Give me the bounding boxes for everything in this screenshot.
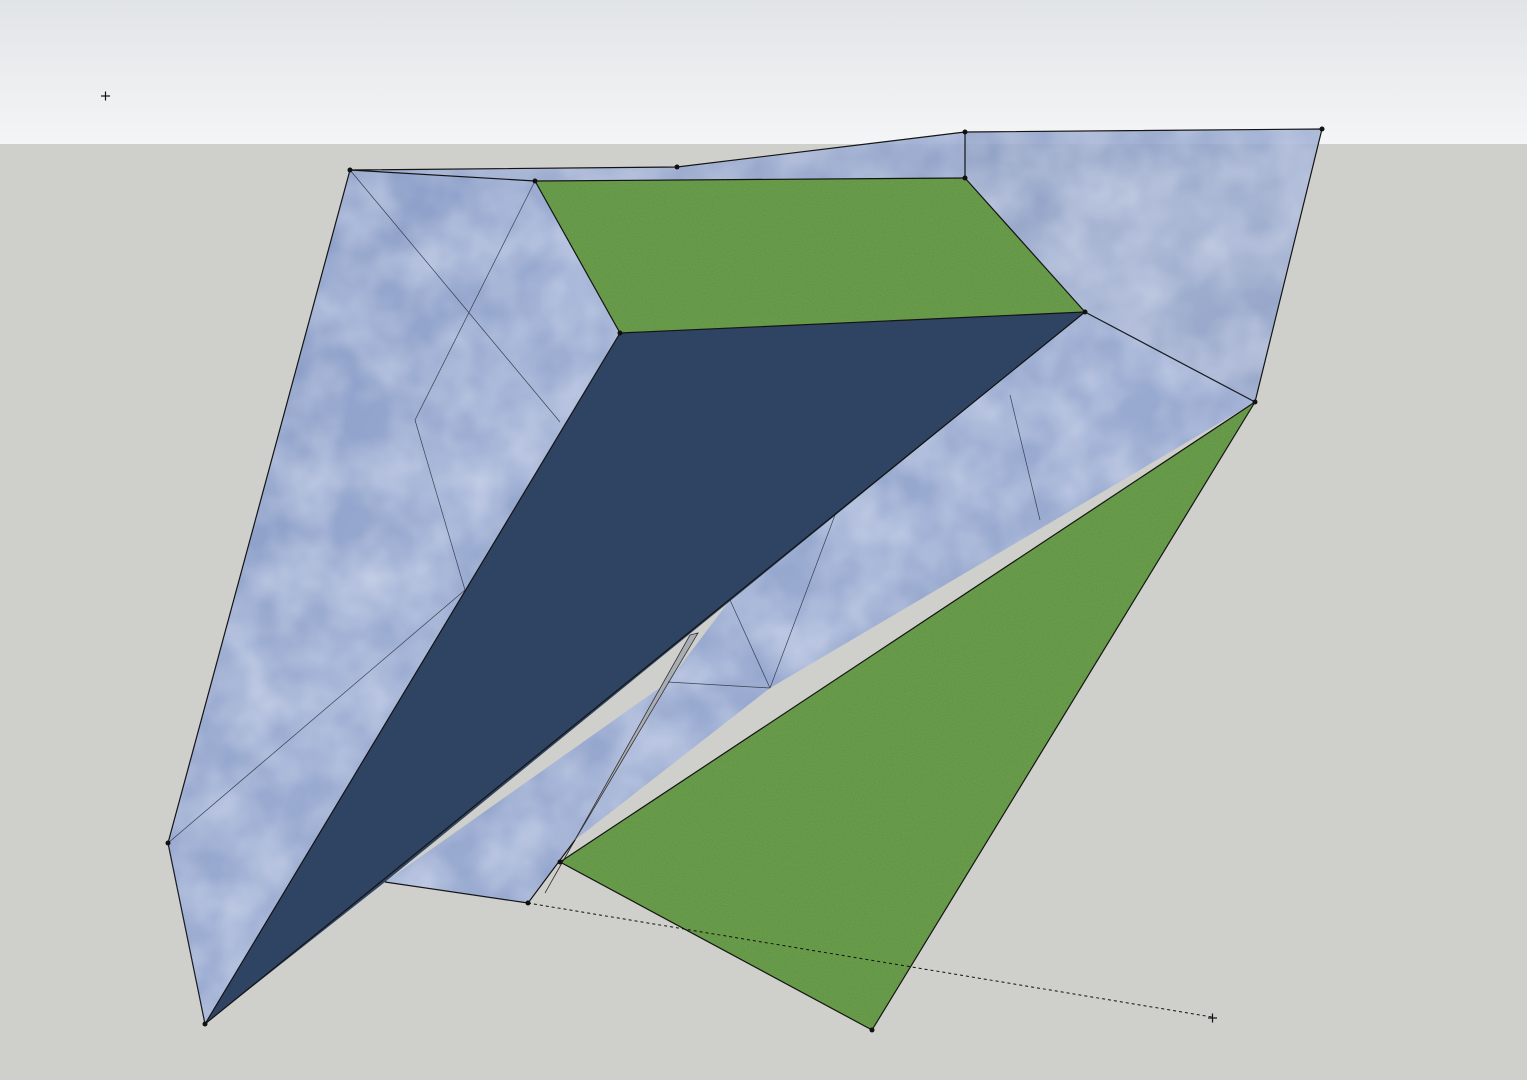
modeling-viewport[interactable]	[0, 0, 1527, 1080]
scene-canvas[interactable]	[0, 0, 1527, 1080]
sky-background	[0, 0, 1527, 144]
